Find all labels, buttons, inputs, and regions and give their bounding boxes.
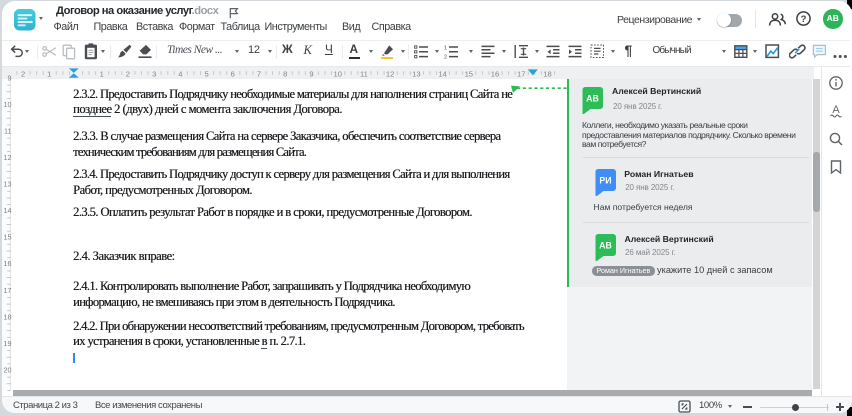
svg-text:?: ? <box>801 14 807 25</box>
svg-text:18: 18 <box>543 69 551 78</box>
svg-text:17: 17 <box>4 286 12 295</box>
svg-text:17: 17 <box>517 69 525 78</box>
svg-text:12: 12 <box>4 153 12 162</box>
svg-text:11: 11 <box>360 69 368 78</box>
svg-text:13: 13 <box>4 180 12 189</box>
svg-text:15: 15 <box>4 233 12 242</box>
svg-text:11: 11 <box>4 127 11 136</box>
svg-text:10: 10 <box>333 69 341 78</box>
svg-text:15: 15 <box>465 69 473 78</box>
svg-text:2: 2 <box>444 54 447 58</box>
svg-text:2: 2 <box>126 69 130 78</box>
svg-text:9: 9 <box>309 69 313 78</box>
svg-text:1: 1 <box>47 69 51 78</box>
svg-text:1: 1 <box>100 69 104 78</box>
svg-text:18: 18 <box>4 312 12 321</box>
svg-text:16: 16 <box>491 69 499 78</box>
svg-text:6: 6 <box>231 69 235 78</box>
svg-text:АВ: АВ <box>599 241 612 251</box>
svg-text:А: А <box>832 104 840 116</box>
svg-text:14: 14 <box>4 206 12 215</box>
svg-text:1: 1 <box>444 45 447 51</box>
svg-text:2: 2 <box>21 69 25 78</box>
svg-text:4: 4 <box>178 69 182 78</box>
svg-text:20: 20 <box>4 365 12 374</box>
svg-text:9: 9 <box>8 73 12 82</box>
svg-text:10: 10 <box>4 100 12 109</box>
svg-text:16: 16 <box>4 259 12 268</box>
svg-text:8: 8 <box>283 69 287 78</box>
svg-text:13: 13 <box>412 69 420 78</box>
svg-text:19: 19 <box>4 339 12 348</box>
svg-text:3: 3 <box>152 69 156 78</box>
svg-text:14: 14 <box>438 69 446 78</box>
svg-text:12: 12 <box>386 69 394 78</box>
svg-text:7: 7 <box>257 69 261 78</box>
svg-text:АВ: АВ <box>586 94 599 104</box>
svg-text:РИ: РИ <box>599 176 611 186</box>
svg-text:5: 5 <box>204 69 208 78</box>
